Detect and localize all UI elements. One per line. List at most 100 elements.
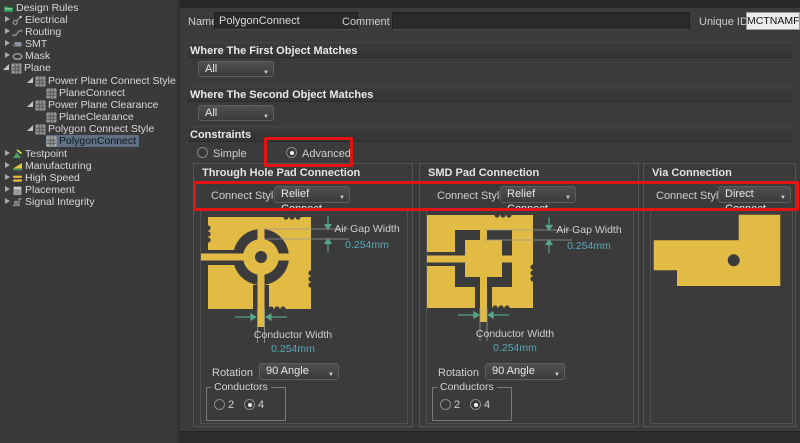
conductors-4-radio[interactable] [470, 399, 481, 410]
rule-icon [35, 124, 46, 135]
rule-icon [46, 112, 57, 123]
conductors-4-label: 4 [484, 399, 490, 411]
advanced-radio[interactable] [286, 147, 297, 158]
rule-editor-main: Name Comment Unique ID MCTNAMFK Where Th… [180, 0, 800, 443]
tree-item-smt[interactable]: SMT [0, 38, 177, 50]
bottom-strip [180, 431, 800, 443]
via-connection-panel: Via Connection Connect Style Direct Conn… [643, 163, 796, 427]
first-object-scope-dropdown[interactable]: All ▼ [198, 61, 274, 77]
routing-icon [12, 27, 23, 38]
expand-icon[interactable] [5, 174, 10, 180]
tree-item-signal-integrity[interactable]: Signal Integrity [0, 196, 177, 208]
expand-icon[interactable] [5, 162, 10, 168]
chevron-down-icon: ▼ [565, 191, 571, 206]
tree-item-planeclearance[interactable]: PlaneClearance [0, 111, 177, 123]
through-hole-preview-box: Air Gap Width 0.254mm Conductor Width 0.… [200, 210, 408, 424]
design-rules-tree: Design Rules Electrical Routing SMT Mask… [0, 0, 178, 443]
expand-icon[interactable] [5, 150, 10, 156]
rotation-dropdown[interactable]: 90 Angle ▼ [259, 363, 339, 380]
conductors-label: Conductors [437, 381, 497, 393]
conductor-width-label: Conductor Width [463, 328, 567, 340]
rule-icon [46, 136, 57, 147]
chevron-down-icon: ▼ [263, 66, 269, 81]
conductors-label: Conductors [211, 381, 271, 393]
conductors-2-radio[interactable] [214, 399, 225, 410]
collapse-icon[interactable] [3, 64, 9, 70]
tree-item-manufacturing[interactable]: Manufacturing [0, 160, 177, 172]
conductor-width-value: 0.254mm [463, 342, 567, 354]
collapse-icon[interactable] [27, 77, 33, 83]
conductor-width-value: 0.254mm [241, 343, 345, 355]
signal-integrity-icon [12, 197, 23, 208]
panel-title: Through Hole Pad Connection [202, 167, 360, 179]
chevron-down-icon: ▼ [328, 368, 334, 383]
via-preview-box [650, 210, 793, 424]
collapse-icon[interactable] [27, 125, 33, 131]
name-input[interactable] [214, 12, 358, 30]
air-gap-width-value: 0.254mm [551, 240, 627, 252]
through-hole-connect-style-dropdown[interactable]: Relief Connect ▼ [274, 186, 350, 203]
second-object-scope-dropdown[interactable]: All ▼ [198, 105, 274, 121]
smd-pad-connection-panel: SMD Pad Connection Connect Style Relief … [419, 163, 639, 427]
first-object-matches-header: Where The First Object Matches [188, 42, 792, 58]
second-object-matches-header: Where The Second Object Matches [188, 86, 792, 102]
tree-item-power-plane-connect-style[interactable]: Power Plane Connect Style [0, 75, 177, 87]
panel-title: Via Connection [652, 167, 732, 179]
via-connect-style-dropdown[interactable]: Direct Connect ▼ [718, 186, 791, 203]
testpoint-icon [12, 149, 23, 160]
comment-input[interactable] [392, 12, 690, 30]
panel-title: SMD Pad Connection [428, 167, 539, 179]
tree-item-planeconnect[interactable]: PlaneConnect [0, 87, 177, 99]
expand-icon[interactable] [5, 52, 10, 58]
tree-item-plane[interactable]: Plane [0, 62, 177, 74]
expand-icon[interactable] [5, 186, 10, 192]
connect-style-label: Connect Style [437, 190, 505, 202]
rotation-label: Rotation [212, 367, 253, 379]
placement-icon [12, 185, 23, 196]
chevron-down-icon: ▼ [339, 191, 345, 206]
comment-label: Comment [342, 16, 390, 28]
electrical-icon [12, 15, 23, 26]
tree-item-routing[interactable]: Routing [0, 26, 177, 38]
smt-icon [12, 39, 23, 50]
conductors-2-radio[interactable] [440, 399, 451, 410]
expand-icon[interactable] [5, 40, 10, 46]
high-speed-icon [12, 173, 23, 184]
connect-style-label: Connect Style [211, 190, 279, 202]
collapse-icon[interactable] [27, 101, 33, 107]
simple-radio[interactable] [197, 147, 208, 158]
chevron-down-icon: ▼ [554, 368, 560, 383]
expand-icon[interactable] [5, 28, 10, 34]
tree-item-mask[interactable]: Mask [0, 50, 177, 62]
conductor-width-label: Conductor Width [241, 329, 345, 341]
tree-item-testpoint[interactable]: Testpoint [0, 148, 177, 160]
conductors-2-label: 2 [228, 399, 234, 411]
tree-item-high-speed[interactable]: High Speed [0, 172, 177, 184]
conductors-4-radio[interactable] [244, 399, 255, 410]
through-hole-pad-connection-panel: Through Hole Pad Connection Connect Styl… [193, 163, 413, 427]
simple-radio-label: Simple [213, 148, 247, 160]
rotation-label: Rotation [438, 367, 479, 379]
rule-icon [46, 88, 57, 99]
air-gap-width-value: 0.254mm [329, 239, 405, 251]
mask-icon [12, 51, 23, 62]
conductors-4-label: 4 [258, 399, 264, 411]
tree-item-polygonconnect-selected[interactable]: PolygonConnect [0, 135, 177, 147]
expand-icon[interactable] [5, 198, 10, 204]
constraints-header: Constraints [188, 126, 792, 142]
smd-connect-style-dropdown[interactable]: Relief Connect ▼ [500, 186, 576, 203]
expand-icon[interactable] [5, 16, 10, 22]
folder-icon [3, 3, 14, 14]
tree-item-power-plane-clearance[interactable]: Power Plane Clearance [0, 99, 177, 111]
tree-item-placement[interactable]: Placement [0, 184, 177, 196]
chevron-down-icon: ▼ [780, 191, 786, 206]
tree-item-design-rules[interactable]: Design Rules [0, 2, 177, 14]
manufacturing-icon [12, 161, 23, 172]
tree-item-electrical[interactable]: Electrical [0, 14, 177, 26]
advanced-radio-label: Advanced [302, 148, 351, 160]
tree-item-polygon-connect-style[interactable]: Polygon Connect Style [0, 123, 177, 135]
conductors-2-label: 2 [454, 399, 460, 411]
rule-icon [35, 100, 46, 111]
rotation-dropdown[interactable]: 90 Angle ▼ [485, 363, 565, 380]
rule-category-icon [11, 63, 22, 74]
